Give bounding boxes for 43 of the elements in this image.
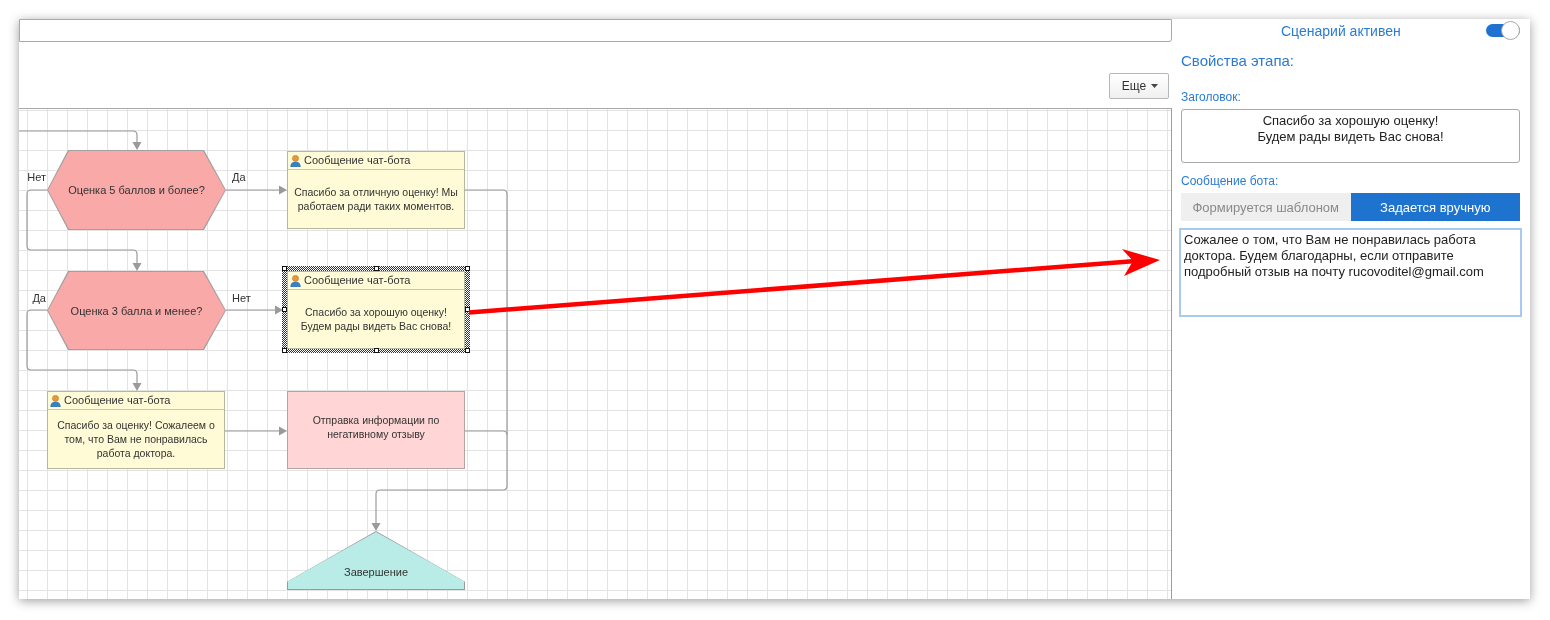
more-button[interactable]: Еще	[1109, 73, 1169, 99]
connector	[225, 305, 283, 315]
message-field[interactable]: Сожалее о том, что Вам не понравилась работа доктора. Будем благодарны, если отправите подробный отзыв на почту rucovoditel@gmail.com	[1179, 228, 1522, 317]
message-node[interactable]: Сообщение чат-бота Спасибо за отличную оценку! Мы работаем ради таких моментов.	[287, 151, 465, 229]
node-title: Сообщение чат-бота	[64, 394, 171, 407]
resize-handle[interactable]	[465, 307, 470, 312]
section-title: Свойства этапа:	[1181, 52, 1296, 70]
decision-node[interactable]: Оценка 3 балла и менее?	[47, 271, 226, 350]
edge-label: Нет	[27, 171, 46, 184]
node-title: Сообщение чат-бота	[304, 154, 411, 167]
node-title: Сообщение чат-бота	[304, 274, 411, 287]
message-text: Спасибо за отличную оценку! Мы работаем ради таких моментов.	[293, 185, 459, 213]
resize-handle[interactable]	[373, 266, 379, 271]
message-text: Спасибо за оценку! Сожалеем о том, что Вам не понравилась работа доктора.	[56, 418, 216, 460]
edge-label: Да	[32, 292, 46, 305]
resize-handle[interactable]	[465, 348, 470, 353]
resize-handle[interactable]	[465, 266, 470, 271]
end-node[interactable]: Завершение	[287, 531, 465, 590]
user-icon	[290, 274, 301, 287]
resize-handle[interactable]	[373, 348, 379, 353]
connector	[225, 185, 287, 195]
user-icon	[50, 394, 61, 407]
message-text: Спасибо за хорошую оценку! Будем рады видеть Вас снова!	[300, 305, 452, 333]
title-field[interactable]: Спасибо за хорошую оценку! Будем рады видеть Вас снова!	[1181, 109, 1520, 163]
action-node[interactable]: Отправка информации по негативному отзыву	[287, 391, 465, 469]
toggle-switch[interactable]	[1486, 21, 1520, 40]
decision-node[interactable]: Оценка 5 баллов и более?	[47, 150, 226, 230]
resize-handle[interactable]	[282, 266, 287, 271]
user-icon	[290, 154, 301, 167]
message-node[interactable]: Сообщение чат-бота Спасибо за оценку! Сожалеем о том, что Вам не понравилась работа доктора.	[47, 391, 225, 469]
field-label: Заголовок:	[1181, 90, 1242, 104]
field-label: Сообщение бота:	[1181, 174, 1280, 188]
resize-handle[interactable]	[282, 348, 287, 353]
scenario-status-label: Сценарий активен	[1281, 22, 1401, 39]
message-node[interactable]: Сообщение чат-бота Спасибо за хорошую оценку! Будем рады видеть Вас снова!	[282, 266, 470, 353]
edge-label: Нет	[232, 292, 251, 305]
resize-handle[interactable]	[282, 307, 287, 312]
connector-line	[464, 430, 508, 436]
input-field[interactable]	[19, 19, 1172, 42]
mode-tab[interactable]: Задается вручную	[1350, 193, 1520, 221]
caret-icon	[1151, 84, 1159, 88]
edge-label: Да	[232, 171, 246, 184]
connector	[224, 426, 287, 436]
